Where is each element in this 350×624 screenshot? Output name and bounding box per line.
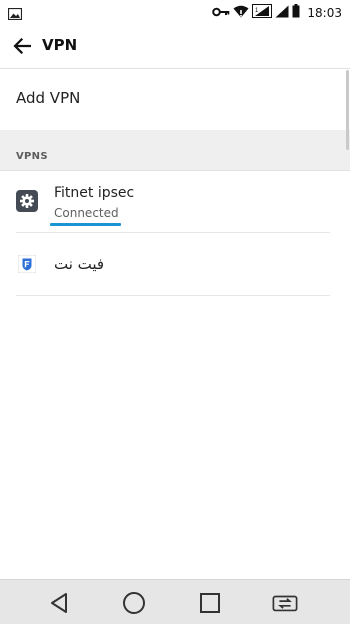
vpn-list-item[interactable]: فيت نت [0, 234, 350, 296]
signal-sim1-icon: 1 [252, 3, 273, 22]
battery-icon [292, 3, 300, 22]
vpn-status: Connected [54, 206, 119, 220]
divider [16, 232, 330, 233]
wifi-icon [233, 3, 249, 22]
toolbar: VPN [0, 24, 350, 69]
connected-indicator [50, 223, 121, 226]
back-arrow-icon[interactable] [8, 32, 36, 60]
vpn-name: Fitnet ipsec [54, 185, 135, 201]
clock: 18:03 [307, 5, 342, 20]
status-icons: 1 18:03 [212, 3, 342, 22]
gallery-notification-icon [7, 5, 23, 24]
status-bar: 1 18:03 [0, 0, 350, 24]
fitnet-app-icon [16, 253, 38, 275]
navigation-bar [0, 579, 350, 624]
add-vpn-label: Add VPN [16, 89, 81, 107]
signal-sim2-icon [275, 3, 289, 22]
add-vpn-button[interactable]: Add VPN [0, 69, 350, 129]
svg-text:1: 1 [255, 8, 259, 14]
nav-recents-icon[interactable] [197, 590, 223, 616]
vpn-key-icon [212, 3, 230, 22]
nav-switch-sim-icon[interactable] [272, 590, 298, 616]
nav-back-icon[interactable] [46, 590, 72, 616]
divider [16, 295, 330, 296]
section-label: VPNS [16, 151, 48, 162]
section-header-vpns: VPNS [0, 130, 350, 171]
vpn-list-item[interactable]: Fitnet ipsec Connected [0, 171, 350, 233]
nav-home-icon[interactable] [121, 590, 147, 616]
scrollbar[interactable] [346, 70, 349, 150]
vpn-name: فيت نت [54, 255, 105, 273]
gear-icon [16, 190, 38, 212]
page-title: VPN [42, 36, 78, 54]
